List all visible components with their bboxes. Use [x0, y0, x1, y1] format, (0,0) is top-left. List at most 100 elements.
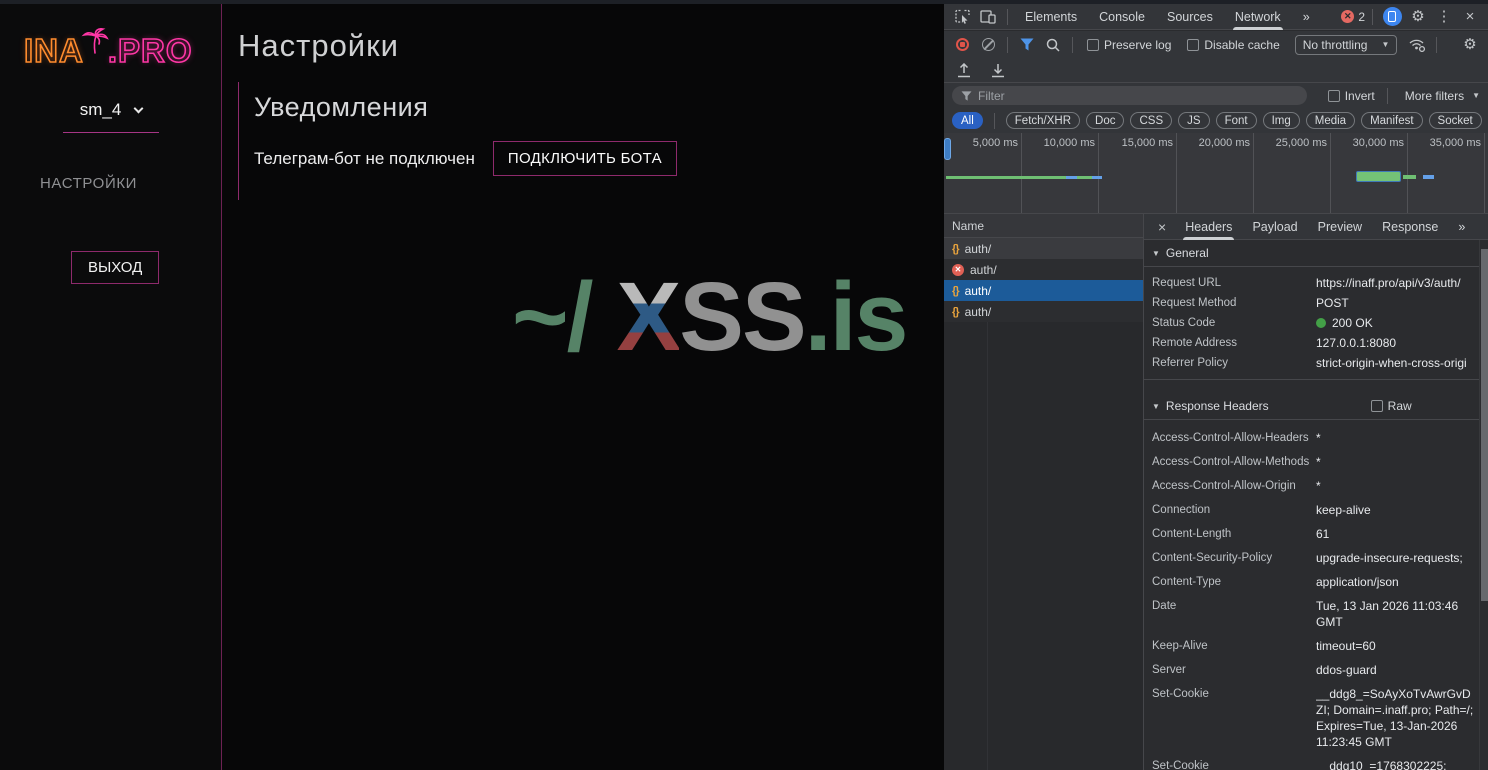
tick-label: 5,000 ms — [972, 137, 1018, 149]
disclosure-triangle-icon: ▼ — [1152, 401, 1160, 411]
kebab-menu-icon[interactable]: ⋮ — [1432, 5, 1456, 29]
device-toolbar-icon[interactable] — [976, 5, 1000, 29]
divider — [1072, 36, 1073, 53]
timeline-bar-blue — [1092, 176, 1102, 179]
screen: INA .PRO sm_4 НАСТРОЙКИ ВЫХОД Настройки … — [0, 0, 1488, 770]
raw-toggle[interactable]: Raw — [1370, 399, 1412, 413]
account-underline — [63, 132, 159, 133]
tab-sources[interactable]: Sources — [1157, 4, 1223, 30]
export-har-icon[interactable] — [952, 58, 976, 82]
settings-gear-icon[interactable]: ⚙ — [1406, 5, 1430, 29]
tick-label: 15,000 ms — [1121, 137, 1173, 149]
network-conditions-icon[interactable] — [1405, 33, 1429, 57]
network-settings-gear-icon[interactable]: ⚙ — [1458, 33, 1482, 57]
error-counter[interactable]: ✕ 2 — [1341, 10, 1365, 24]
chip-css[interactable]: CSS — [1130, 112, 1173, 129]
tab-preview[interactable]: Preview — [1309, 214, 1371, 240]
request-row[interactable]: {} auth/ — [944, 301, 1143, 322]
disable-cache-checkbox[interactable] — [1187, 38, 1200, 51]
inspect-icon[interactable] — [950, 5, 974, 29]
tab-console[interactable]: Console — [1089, 4, 1155, 30]
devtools-panel: Elements Console Sources Network » ✕ 2 ⚙… — [944, 4, 1488, 770]
filter-placeholder: Filter — [978, 88, 1005, 103]
timeline-overview[interactable]: 5,000 ms 10,000 ms 15,000 ms 20,000 ms 2… — [944, 133, 1488, 214]
json-icon: {} — [952, 242, 960, 255]
general-section-header[interactable]: ▼ General — [1144, 240, 1479, 267]
divider — [993, 112, 995, 129]
request-row[interactable]: {} auth/ — [944, 238, 1143, 259]
timeline-bar-green — [1403, 175, 1416, 179]
preserve-log-toggle[interactable]: Preserve log — [1087, 38, 1171, 52]
header-row: Access-Control-Allow-Headers * — [1152, 431, 1321, 445]
chip-img[interactable]: Img — [1262, 112, 1300, 129]
device-mode-badge-icon[interactable] — [1380, 5, 1404, 29]
request-row-selected[interactable]: {} auth/ — [944, 280, 1143, 301]
request-details-panel: × Headers Payload Preview Response » ▼ G… — [1144, 214, 1488, 770]
active-tab-underline — [1232, 26, 1283, 30]
tab-headers[interactable]: Headers — [1176, 214, 1241, 240]
chip-font[interactable]: Font — [1215, 112, 1257, 129]
import-har-icon[interactable] — [986, 58, 1010, 82]
page-title: Настройки — [238, 28, 400, 63]
search-icon[interactable] — [1041, 33, 1065, 57]
raw-checkbox[interactable] — [1370, 400, 1383, 412]
top-strip — [0, 0, 1488, 4]
chip-js[interactable]: JS — [1178, 112, 1210, 129]
tab-network[interactable]: Network — [1225, 4, 1291, 30]
disable-cache-toggle[interactable]: Disable cache — [1187, 38, 1280, 52]
status-ok-icon — [1316, 318, 1326, 328]
gridline — [1407, 133, 1408, 213]
filter-funnel-icon[interactable] — [1015, 33, 1039, 57]
timeline-bar-blue — [1423, 175, 1434, 179]
chip-socket[interactable]: Socket — [1428, 112, 1482, 129]
scrollbar-thumb[interactable] — [1481, 249, 1488, 601]
sidebar-item-settings[interactable]: НАСТРОЙКИ — [40, 175, 137, 192]
logo-text-left: INA — [23, 31, 84, 70]
response-header-rows: Access-Control-Allow-Headers * Access-Con… — [1144, 420, 1479, 770]
more-filters-button[interactable]: More filters ▼ — [1405, 89, 1480, 103]
logo: INA .PRO — [23, 28, 193, 70]
chip-fetch-xhr[interactable]: Fetch/XHR — [1005, 112, 1081, 129]
filter-row: Filter Invert More filters ▼ — [944, 83, 1488, 108]
close-details-icon[interactable]: × — [1150, 219, 1174, 235]
telegram-status-row: Телеграм-бот не подключен ПОДКЛЮЧИТЬ БОТ… — [254, 141, 944, 176]
record-icon[interactable] — [950, 33, 974, 57]
header-row: Remote Address 127.0.0.1:8080 — [1152, 336, 1397, 350]
logout-button[interactable]: ВЫХОД — [71, 251, 160, 284]
general-rows: Request URL https://inaff.pro/api/v3/aut… — [1144, 267, 1479, 380]
chip-manifest[interactable]: Manifest — [1361, 112, 1423, 129]
tab-payload[interactable]: Payload — [1243, 214, 1306, 240]
more-detail-tabs-icon[interactable]: » — [1449, 214, 1474, 240]
account-select[interactable]: sm_4 — [0, 100, 222, 133]
timeline-handle[interactable] — [944, 138, 951, 160]
filter-input[interactable]: Filter — [952, 86, 1307, 105]
tab-response[interactable]: Response — [1373, 214, 1447, 240]
close-devtools-icon[interactable]: × — [1458, 5, 1482, 29]
section-title: Уведомления — [254, 92, 429, 122]
name-column-header[interactable]: Name — [944, 214, 1143, 238]
json-icon: {} — [952, 284, 960, 297]
connect-bot-button[interactable]: ПОДКЛЮЧИТЬ БОТА — [492, 141, 677, 176]
invert-checkbox[interactable] — [1327, 89, 1340, 102]
response-headers-section-header[interactable]: ▼ Response Headers Raw — [1144, 393, 1479, 420]
header-row: Keep-Alive timeout=60 — [1152, 639, 1376, 653]
chip-doc[interactable]: Doc — [1086, 112, 1125, 129]
header-row: Referrer Policy strict-origin-when-cross… — [1152, 356, 1467, 370]
gridline — [1330, 133, 1331, 213]
account-name: sm_4 — [79, 100, 122, 119]
notifications-section: Уведомления Телеграм-бот не подключен ПО… — [238, 82, 944, 200]
network-toolbar: Preserve log Disable cache No throttling… — [944, 31, 1488, 58]
chip-all[interactable]: All — [952, 112, 983, 129]
clear-icon[interactable] — [976, 33, 1000, 57]
dropdown-arrow-icon: ▼ — [1472, 91, 1480, 100]
chip-media[interactable]: Media — [1305, 112, 1356, 129]
tick-label: 25,000 ms — [1275, 137, 1327, 149]
scrollbar[interactable] — [1479, 240, 1488, 770]
more-tabs-icon[interactable]: » — [1293, 4, 1320, 30]
request-row[interactable]: ✕ auth/ — [944, 259, 1143, 280]
preserve-log-checkbox[interactable] — [1087, 38, 1099, 51]
throttling-select[interactable]: No throttling ▼ — [1294, 34, 1398, 55]
tab-elements[interactable]: Elements — [1015, 4, 1087, 30]
invert-toggle[interactable]: Invert — [1327, 89, 1375, 103]
telegram-status-text: Телеграм-бот не подключен — [254, 148, 475, 168]
